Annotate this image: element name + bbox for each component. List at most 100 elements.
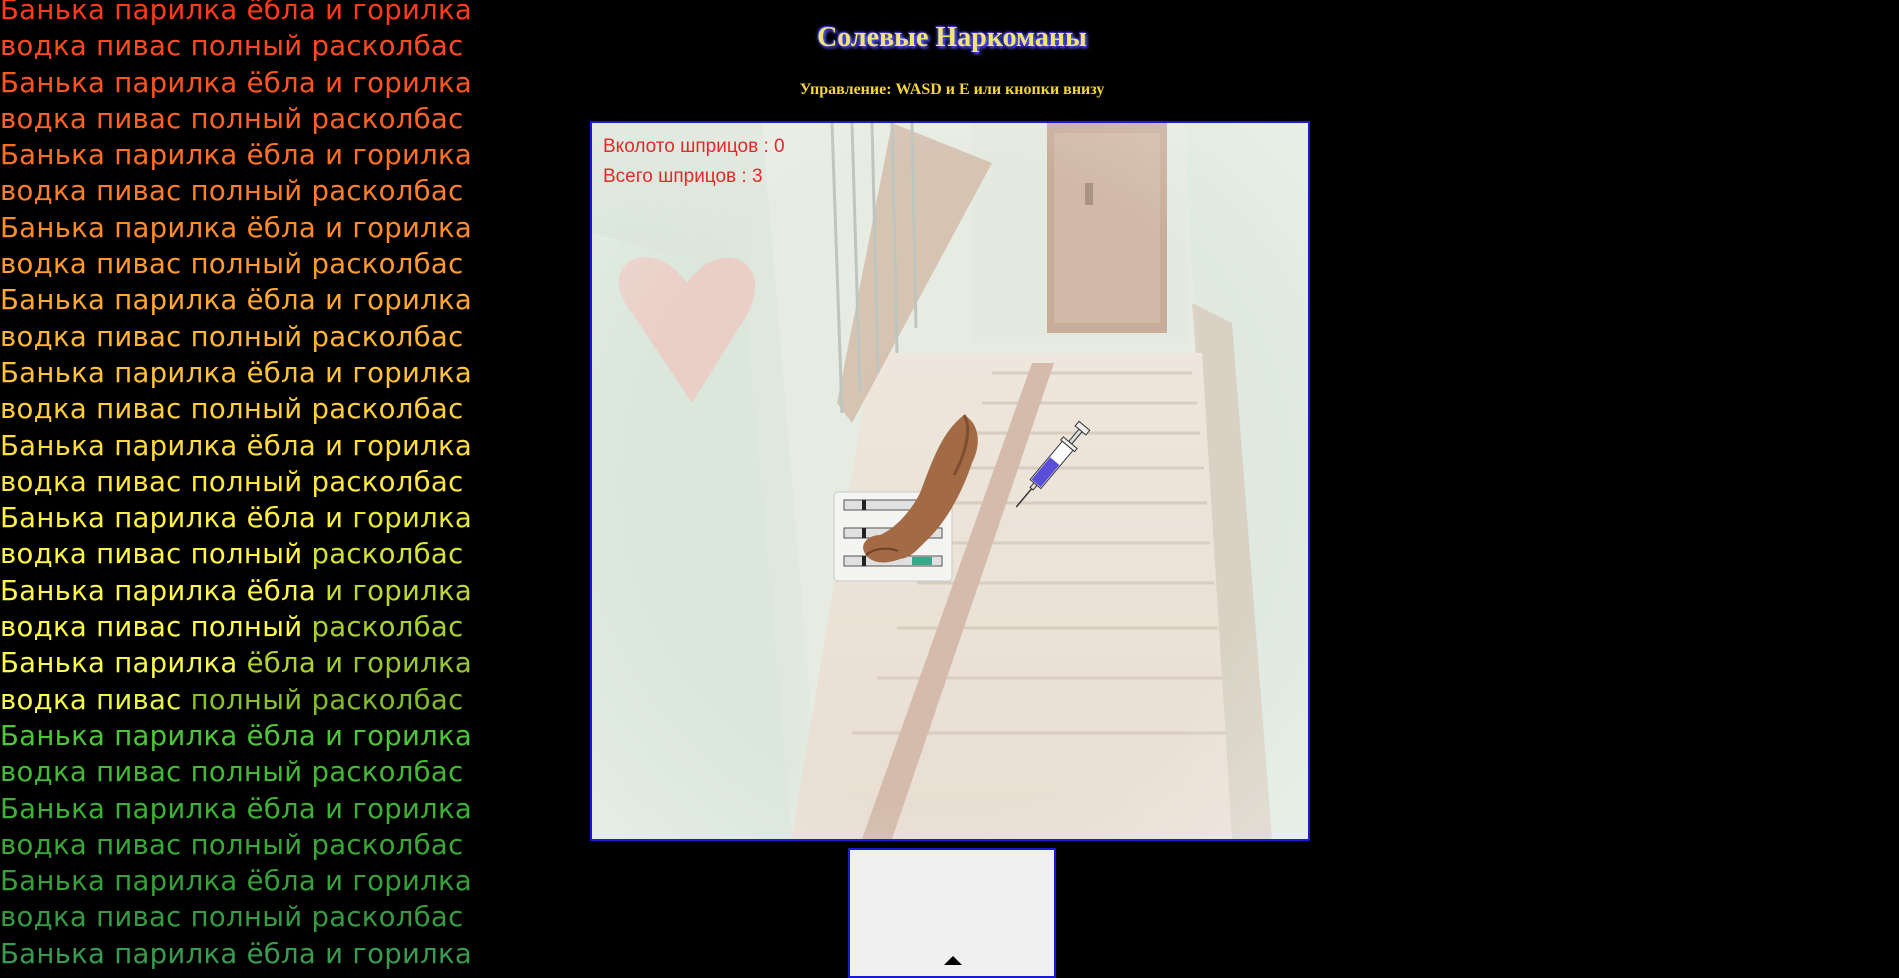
poem-line: Банька парилка ёбла и горилка [0,282,500,318]
scrolling-poem: Банька парилка ёбла и горилка водка пивас… [0,0,500,972]
poem-line: Банька парилка ёбла и горилка [0,645,500,681]
poem-word: Банька [0,502,115,535]
poem-word: расколбас [311,683,464,716]
poem-word: расколбас [311,175,464,208]
poem-word: ёбла [246,429,326,462]
poem-word: полный [190,611,312,644]
poem-word: пивас [96,30,191,63]
poem-word: Банька [0,719,115,752]
poem-word: полный [190,683,312,716]
poem-word: ёбла [246,284,326,317]
poem-word: водка [0,683,97,716]
poem-word: полный [190,465,312,498]
poem-word: и [325,865,353,898]
poem-line: водка пивас полный расколбас [0,246,500,282]
poem-word: парилка [114,211,247,244]
poem-word: горилка [352,429,473,462]
poem-line: водка пивас полный расколбас [0,173,500,209]
poem-word: горилка [352,66,473,99]
poem-word: полный [190,175,312,208]
poem-word: и [325,574,353,607]
poem-word: и [325,502,353,535]
poem-word: пивас [96,828,191,861]
poem-word: полный [190,538,312,571]
poem-word: пивас [96,538,191,571]
poem-word: водка [0,828,97,861]
poem-word: ёбла [246,66,326,99]
poem-word: Банька [0,429,115,462]
poem-word: ёбла [246,937,326,970]
poem-word: пивас [96,611,191,644]
poem-word: парилка [114,865,247,898]
poem-word: ёбла [246,0,326,26]
poem-word: водка [0,611,97,644]
poem-word: горилка [352,356,473,389]
poem-word: Банька [0,865,115,898]
poem-word: горилка [352,574,473,607]
poem-word: и [325,284,353,317]
poem-line: Банька парилка ёбла и горилка [0,936,500,972]
poem-line: Банька парилка ёбла и горилка [0,791,500,827]
poem-word: и [325,356,353,389]
muscular-arm-icon[interactable] [854,413,984,573]
poem-word: ёбла [246,574,326,607]
poem-line: Банька парилка ёбла и горилка [0,137,500,173]
poem-word: расколбас [311,320,464,353]
poem-word: расколбас [311,30,464,63]
poem-word: пивас [96,102,191,135]
poem-word: водка [0,901,97,934]
poem-line: водка пивас полный расколбас [0,899,500,935]
poem-word: парилка [114,502,247,535]
poem-word: расколбас [311,828,464,861]
poem-word: Банька [0,66,115,99]
poem-word: горилка [352,719,473,752]
game-canvas[interactable]: Вколото шприцов : 0 Всего шприцов : 3 [590,121,1310,841]
poem-word: полный [190,828,312,861]
poem-word: ёбла [246,502,326,535]
poem-word: ёбла [246,211,326,244]
poem-word: горилка [352,792,473,825]
poem-word: расколбас [311,248,464,281]
poem-word: парилка [114,574,247,607]
poem-word: водка [0,30,97,63]
poem-line: водка пивас полный расколбас [0,754,500,790]
poem-line: Банька парилка ёбла и горилка [0,500,500,536]
poem-word: ёбла [246,792,326,825]
poem-word: парилка [114,0,247,26]
poem-word: Банька [0,0,115,26]
poem-word: и [325,647,353,680]
poem-word: Банька [0,211,115,244]
poem-word: расколбас [311,611,464,644]
poem-word: водка [0,175,97,208]
poem-word: парилка [114,66,247,99]
poem-word: полный [190,393,312,426]
syringe-icon[interactable] [1004,413,1094,523]
poem-word: Банька [0,574,115,607]
poem-line: водка пивас полный расколбас [0,609,500,645]
poem-word: ёбла [246,719,326,752]
poem-line: Банька парилка ёбла и горилка [0,428,500,464]
poem-word: парилка [114,429,247,462]
poem-word: ёбла [246,865,326,898]
poem-line: водка пивас полный расколбас [0,101,500,137]
poem-word: водка [0,393,97,426]
poem-word: и [325,719,353,752]
poem-word: полный [190,756,312,789]
poem-word: и [325,429,353,462]
poem-word: полный [190,30,312,63]
poem-word: и [325,0,353,26]
poem-word: полный [190,320,312,353]
poem-word: полный [190,901,312,934]
poem-word: пивас [96,756,191,789]
poem-word: Банька [0,139,115,172]
poem-word: горилка [352,284,473,317]
poem-word: расколбас [311,393,464,426]
poem-word: и [325,139,353,172]
poem-line: Банька парилка ёбла и горилка [0,0,500,28]
poem-word: водка [0,756,97,789]
poem-word: пивас [96,901,191,934]
poem-word: парилка [114,792,247,825]
poem-word: и [325,66,353,99]
poem-word: и [325,211,353,244]
control-pad[interactable] [848,848,1056,978]
